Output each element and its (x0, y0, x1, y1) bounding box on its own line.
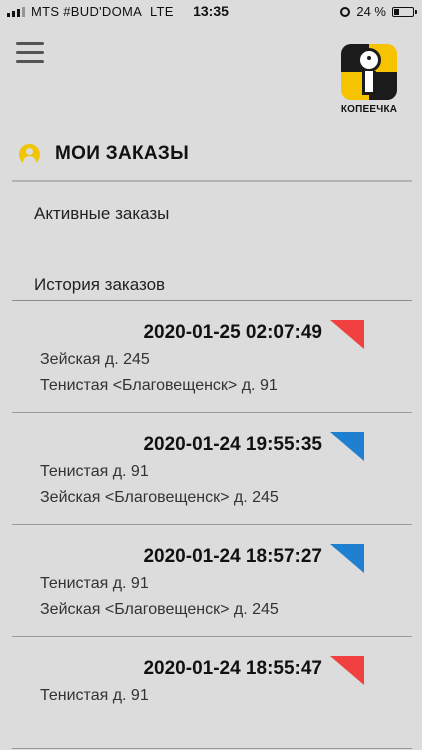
app-logo: КОПЕЕЧКА (340, 44, 398, 116)
order-item[interactable]: 2020-01-24 19:55:35 Тенистая д. 91 Зейск… (0, 413, 422, 525)
red-flag-icon (330, 320, 364, 349)
order-datetime: 2020-01-24 18:55:47 (143, 658, 322, 679)
order-from-address: Тенистая д. 91 (40, 463, 149, 480)
logo-text: КОПЕЕЧКА (340, 104, 398, 115)
order-to-address: Зейская <Благовещенск> д. 245 (40, 601, 279, 618)
blue-flag-icon (330, 432, 364, 461)
user-icon (19, 144, 40, 165)
divider (12, 748, 412, 749)
red-flag-icon (330, 656, 364, 685)
order-item[interactable]: 2020-01-25 02:07:49 Зейская д. 245 Тенис… (0, 301, 422, 413)
order-item[interactable]: 2020-01-24 18:55:47 Тенистая д. 91 (0, 637, 422, 749)
alarm-icon (340, 6, 351, 17)
hamburger-menu-icon[interactable] (16, 40, 44, 64)
order-from-address: Зейская д. 245 (40, 351, 150, 368)
order-item[interactable]: 2020-01-24 18:57:27 Тенистая д. 91 Зейск… (0, 525, 422, 637)
divider (12, 180, 412, 182)
blue-flag-icon (330, 544, 364, 573)
order-from-address: Тенистая д. 91 (40, 687, 149, 704)
order-datetime: 2020-01-24 18:57:27 (143, 546, 322, 567)
order-to-address: Тенистая <Благовещенск> д. 91 (40, 377, 278, 394)
order-from-address: Тенистая д. 91 (40, 575, 149, 592)
order-datetime: 2020-01-25 02:07:49 (143, 322, 322, 343)
battery-icon (392, 6, 417, 17)
order-to-address: Зейская <Благовещенск> д. 245 (40, 489, 279, 506)
active-orders-link[interactable]: Активные заказы (34, 204, 169, 224)
status-bar: MTS #BUD'DOMA LTE 13:35 24 % (0, 0, 422, 24)
order-history-link[interactable]: История заказов (34, 275, 165, 295)
battery-percent: 24 % (356, 4, 386, 19)
order-datetime: 2020-01-24 19:55:35 (143, 434, 322, 455)
logo-i-icon (341, 44, 397, 100)
page-title: МОИ ЗАКАЗЫ (55, 143, 189, 164)
status-right: 24 % (340, 4, 417, 19)
